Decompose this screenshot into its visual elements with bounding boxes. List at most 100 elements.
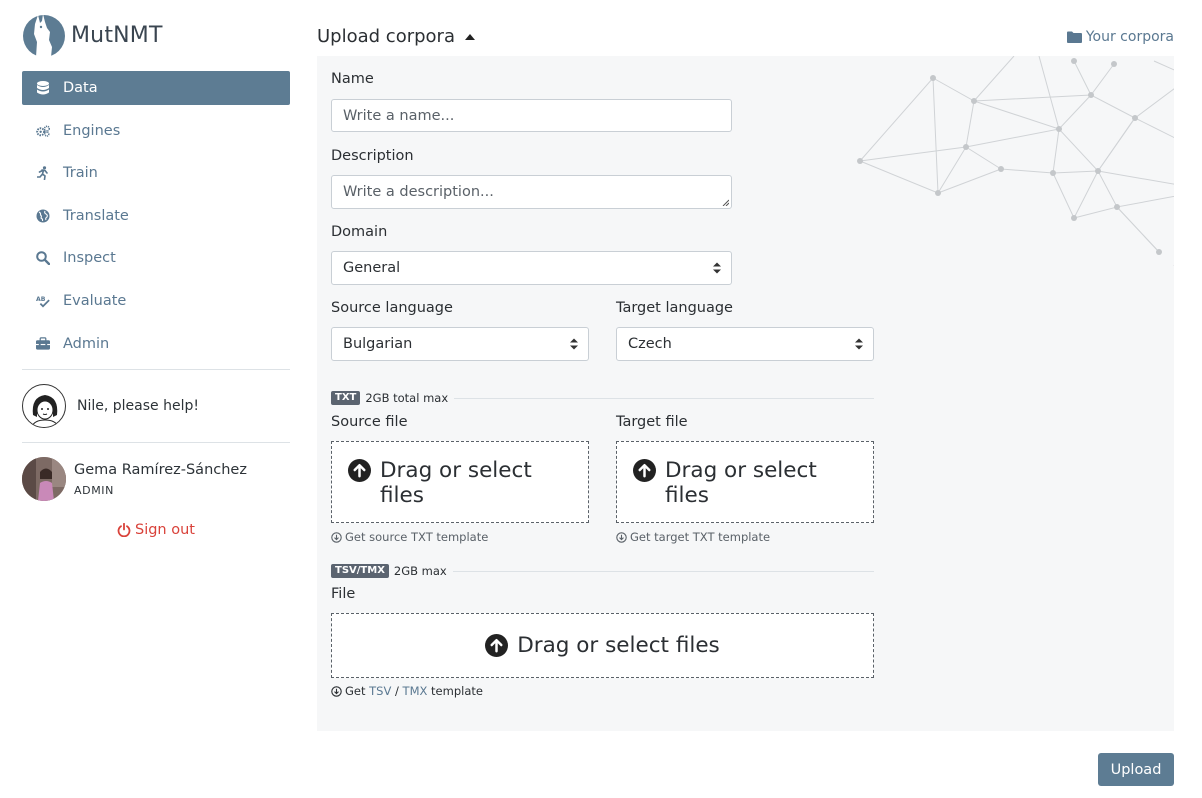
tsv-tmx-template-link: Get TSV / TMX template bbox=[331, 684, 483, 698]
select-arrows-icon bbox=[713, 262, 721, 274]
domain-label: Domain bbox=[331, 224, 388, 240]
running-icon bbox=[36, 166, 50, 181]
user-name: Gema Ramírez-Sánchez bbox=[74, 461, 247, 478]
sidebar-item-label: Translate bbox=[63, 207, 129, 224]
download-icon bbox=[616, 531, 627, 543]
dropzone-text: files bbox=[380, 483, 424, 508]
upload-button[interactable]: Upload bbox=[1098, 753, 1174, 786]
brand[interactable]: MutNMT bbox=[22, 12, 290, 58]
spell-check-icon: AB bbox=[36, 294, 50, 308]
target-language-value: Czech bbox=[628, 336, 672, 352]
txt-tag: TXT bbox=[331, 391, 361, 405]
domain-select[interactable]: General bbox=[331, 251, 732, 285]
template-prefix: Get bbox=[345, 684, 366, 698]
target-file-label: Target file bbox=[616, 414, 688, 430]
caret-up-icon bbox=[464, 33, 475, 40]
gears-icon bbox=[36, 124, 50, 138]
sidebar-item-inspect[interactable]: Inspect bbox=[22, 241, 290, 275]
logo-icon bbox=[23, 14, 65, 57]
upload-icon bbox=[633, 459, 656, 482]
help-link[interactable]: Nile, please help! bbox=[22, 370, 290, 442]
tsv-template-link[interactable]: TSV bbox=[369, 684, 391, 698]
sidebar-item-label: Train bbox=[63, 165, 98, 182]
upload-panel: Name Write a name... Description Write a… bbox=[317, 56, 1174, 731]
main-header: Upload corpora Your corpora bbox=[317, 26, 1174, 52]
source-template-label: Get source TXT template bbox=[345, 530, 489, 544]
target-template-link[interactable]: Get target TXT template bbox=[616, 530, 770, 544]
globe-icon bbox=[36, 209, 50, 223]
source-file-label: Source file bbox=[331, 414, 408, 430]
folder-icon bbox=[1066, 31, 1082, 43]
sidebar-item-label: Data bbox=[63, 80, 98, 96]
dropzone-text: Drag or select bbox=[665, 458, 817, 483]
power-icon bbox=[117, 523, 131, 538]
target-language-select[interactable]: Czech bbox=[616, 327, 874, 361]
select-arrows-icon bbox=[855, 338, 863, 350]
resize-grip-icon[interactable] bbox=[722, 199, 729, 206]
sidebar-item-label: Admin bbox=[63, 335, 110, 352]
domain-value: General bbox=[343, 260, 401, 276]
description-placeholder: Write a description... bbox=[343, 184, 494, 200]
sidebar-item-admin[interactable]: Admin bbox=[22, 327, 290, 361]
source-language-select[interactable]: Bulgarian bbox=[331, 327, 589, 361]
sidebar-divider bbox=[22, 442, 290, 444]
upload-corpora-toggle[interactable]: Upload corpora bbox=[317, 26, 475, 47]
section-divider bbox=[452, 570, 874, 572]
upload-icon bbox=[485, 634, 509, 657]
dropzone-text: Drag or select files bbox=[517, 633, 720, 658]
sign-out-button[interactable]: Sign out bbox=[22, 522, 290, 538]
name-placeholder: Write a name... bbox=[343, 107, 455, 124]
template-separator: / bbox=[395, 684, 399, 698]
tsv-tmx-tag: TSV/TMX bbox=[331, 564, 389, 578]
help-avatar bbox=[22, 384, 66, 429]
source-template-link[interactable]: Get source TXT template bbox=[331, 530, 488, 544]
user-role: ADMIN bbox=[74, 483, 114, 497]
source-language-label: Source language bbox=[331, 300, 453, 316]
target-language-label: Target language bbox=[616, 300, 733, 316]
search-icon bbox=[36, 251, 50, 266]
section-divider bbox=[454, 397, 874, 399]
upload-icon bbox=[348, 459, 371, 482]
network-decoration bbox=[857, 56, 1174, 266]
select-arrows-icon bbox=[570, 338, 578, 350]
svg-text:AB: AB bbox=[36, 296, 46, 303]
name-input[interactable]: Write a name... bbox=[331, 99, 732, 132]
your-corpora-label: Your corpora bbox=[1085, 29, 1174, 45]
tmx-template-link[interactable]: TMX bbox=[403, 684, 428, 698]
sidebar-item-evaluate[interactable]: AB Evaluate bbox=[22, 284, 290, 318]
avatar bbox=[22, 457, 66, 502]
sidebar-item-engines[interactable]: Engines bbox=[22, 114, 290, 148]
help-text: Nile, please help! bbox=[77, 398, 199, 415]
txt-size-note: 2GB total max bbox=[365, 391, 449, 405]
sidebar-item-label: Engines bbox=[63, 122, 121, 139]
sidebar-item-label: Evaluate bbox=[63, 292, 127, 309]
database-icon bbox=[36, 81, 50, 95]
sidebar-item-translate[interactable]: Translate bbox=[22, 199, 290, 233]
source-language-value: Bulgarian bbox=[343, 336, 413, 352]
sidebar: MutNMT Data Engines Train Translate Insp… bbox=[22, 12, 290, 538]
target-file-dropzone[interactable]: Drag or select files bbox=[616, 441, 874, 523]
template-suffix: template bbox=[431, 684, 483, 698]
target-template-label: Get target TXT template bbox=[630, 530, 771, 544]
user-profile[interactable]: Gema Ramírez-Sánchez ADMIN bbox=[22, 457, 290, 502]
your-corpora-link[interactable]: Your corpora bbox=[1066, 29, 1174, 45]
description-textarea[interactable]: Write a description... bbox=[331, 175, 732, 209]
download-icon bbox=[331, 685, 342, 697]
dropzone-text: Drag or select bbox=[380, 458, 532, 483]
tsv-section-header: TSV/TMX 2GB max bbox=[331, 563, 874, 579]
sign-out-label: Sign out bbox=[135, 522, 195, 539]
toolbox-icon bbox=[36, 337, 50, 351]
download-icon bbox=[331, 531, 342, 543]
tsv-size-note: 2GB max bbox=[393, 564, 447, 578]
sidebar-item-data[interactable]: Data bbox=[22, 71, 290, 105]
page-title: Upload corpora bbox=[317, 26, 455, 47]
source-file-dropzone[interactable]: Drag or select files bbox=[331, 441, 589, 523]
file-label: File bbox=[331, 586, 356, 602]
description-label: Description bbox=[331, 148, 414, 164]
sidebar-item-train[interactable]: Train bbox=[22, 156, 290, 190]
file-dropzone[interactable]: Drag or select files bbox=[331, 613, 874, 678]
brand-name: MutNMT bbox=[71, 22, 163, 48]
dropzone-text: files bbox=[665, 483, 709, 508]
name-label: Name bbox=[331, 71, 374, 87]
txt-section-header: TXT 2GB total max bbox=[331, 390, 874, 406]
